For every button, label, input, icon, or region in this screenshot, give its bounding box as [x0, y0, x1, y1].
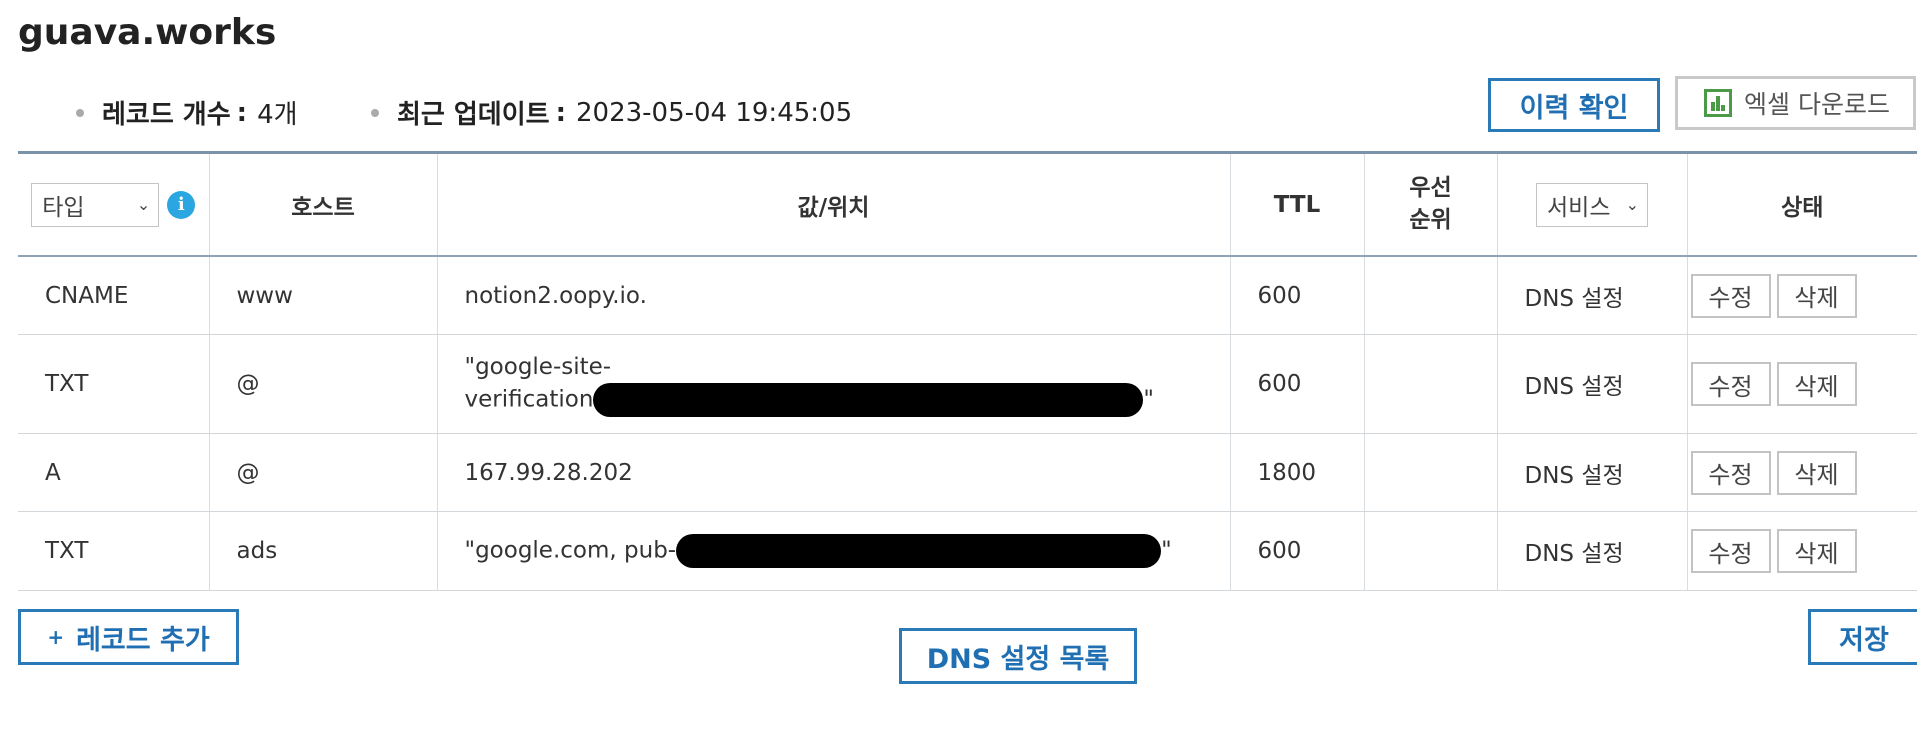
priority-column-header: 우선 순위: [1363, 152, 1497, 257]
record-service: DNS 설정: [1496, 256, 1687, 335]
table-row: A @ 167.99.28.202 1800 DNS 설정 수정 삭제: [18, 433, 1917, 512]
record-value-suffix: ": [1143, 386, 1154, 413]
record-actions: 수정 삭제: [1686, 256, 1917, 335]
record-value-line2: verification: [464, 386, 594, 413]
excel-download-button[interactable]: 엑셀 다운로드: [1675, 76, 1916, 130]
redaction-mark: [593, 383, 1144, 418]
record-value-line1: "google-site-: [464, 353, 612, 380]
info-icon[interactable]: i: [167, 190, 196, 219]
host-column-header: 호스트: [208, 152, 437, 257]
last-update-separator: :: [555, 97, 566, 128]
record-host: www: [208, 256, 437, 335]
record-service: DNS 설정: [1496, 433, 1687, 512]
record-value: notion2.oopy.io.: [436, 256, 1230, 335]
record-ttl: 1800: [1229, 433, 1364, 512]
record-actions: 수정 삭제: [1686, 433, 1917, 512]
record-count-separator: :: [236, 97, 248, 128]
edit-button[interactable]: 수정: [1690, 450, 1771, 495]
priority-header-line2: 순위: [1409, 206, 1452, 233]
last-update-value: 2023-05-04 19:45:05: [575, 97, 853, 128]
record-host: ads: [208, 511, 437, 591]
record-value-suffix: ": [1161, 537, 1172, 564]
delete-button[interactable]: 삭제: [1776, 529, 1857, 573]
dns-settings-list-button[interactable]: DNS 설정 목록: [899, 628, 1137, 684]
redaction-mark: [676, 534, 1162, 568]
record-type: CNAME: [18, 256, 209, 335]
table-row: TXT @ "google-site- verification " 600 DN…: [18, 334, 1917, 434]
record-type: A: [18, 433, 209, 512]
value-column-header: 값/위치: [436, 152, 1230, 257]
delete-button[interactable]: 삭제: [1776, 273, 1857, 318]
delete-button[interactable]: 삭제: [1776, 362, 1857, 406]
bullet-icon: [371, 108, 379, 117]
record-ttl: 600: [1229, 511, 1364, 591]
chevron-down-icon: ⌄: [136, 195, 151, 214]
priority-header-line1: 우선: [1409, 175, 1452, 202]
table-row: CNAME www notion2.oopy.io. 600 DNS 설정 수정…: [18, 256, 1917, 335]
record-service: DNS 설정: [1496, 334, 1687, 434]
record-ttl: 600: [1229, 256, 1364, 335]
dns-records-table: 타입 ⌄ i 호스트 값/위치 TTL 우선 순위 서비스 ⌄ 상태 CNAME…: [18, 151, 1917, 591]
last-update: 최근 업데이트 : 2023-05-04 19:45:05: [371, 94, 852, 131]
record-count-label: 레코드 개수: [102, 100, 231, 130]
edit-button[interactable]: 수정: [1690, 362, 1771, 406]
record-type: TXT: [18, 511, 209, 591]
type-filter-label: 타입: [42, 194, 85, 221]
domain-title: guava.works: [18, 12, 277, 53]
save-button[interactable]: 저장: [1808, 609, 1917, 665]
record-actions: 수정 삭제: [1686, 511, 1917, 591]
record-host: @: [208, 334, 437, 434]
record-service: DNS 설정: [1496, 511, 1687, 591]
service-column-header: 서비스 ⌄: [1496, 152, 1687, 257]
record-value: "google.com, pub- ": [436, 511, 1230, 591]
add-record-label: 레코드 추가: [76, 624, 210, 656]
delete-button[interactable]: 삭제: [1776, 450, 1857, 495]
edit-button[interactable]: 수정: [1690, 529, 1771, 573]
record-ttl: 600: [1229, 334, 1364, 434]
record-type: TXT: [18, 334, 209, 434]
edit-button[interactable]: 수정: [1690, 273, 1771, 318]
record-count-value: 4개: [257, 100, 298, 130]
record-value: "google-site- verification ": [436, 334, 1230, 434]
service-filter-select[interactable]: 서비스 ⌄: [1536, 182, 1648, 227]
ttl-column-header: TTL: [1229, 152, 1364, 257]
excel-chart-icon: [1704, 89, 1732, 117]
record-count: 레코드 개수 : 4개: [76, 94, 298, 131]
record-priority: [1363, 511, 1497, 591]
record-value-prefix: "google.com, pub-: [464, 537, 677, 564]
history-button[interactable]: 이력 확인: [1488, 78, 1660, 132]
add-record-button[interactable]: + 레코드 추가: [18, 609, 239, 665]
record-host: @: [208, 433, 437, 512]
bullet-icon: [76, 108, 84, 117]
plus-icon: +: [47, 625, 65, 649]
record-value: 167.99.28.202: [436, 433, 1230, 512]
type-column-header: 타입 ⌄ i: [18, 152, 209, 257]
last-update-label: 최근 업데이트: [397, 100, 550, 130]
record-priority: [1363, 256, 1497, 335]
table-header-row: 타입 ⌄ i 호스트 값/위치 TTL 우선 순위 서비스 ⌄ 상태: [18, 152, 1917, 257]
table-row: TXT ads "google.com, pub- " 600 DNS 설정 수정…: [18, 511, 1917, 591]
service-filter-label: 서비스: [1547, 194, 1611, 221]
record-priority: [1363, 433, 1497, 512]
status-column-header: 상태: [1686, 152, 1917, 257]
record-actions: 수정 삭제: [1686, 334, 1917, 434]
record-priority: [1363, 334, 1497, 434]
chevron-down-icon: ⌄: [1625, 195, 1639, 214]
type-filter-select[interactable]: 타입 ⌄: [31, 182, 160, 227]
excel-download-label: 엑셀 다운로드: [1744, 90, 1890, 119]
